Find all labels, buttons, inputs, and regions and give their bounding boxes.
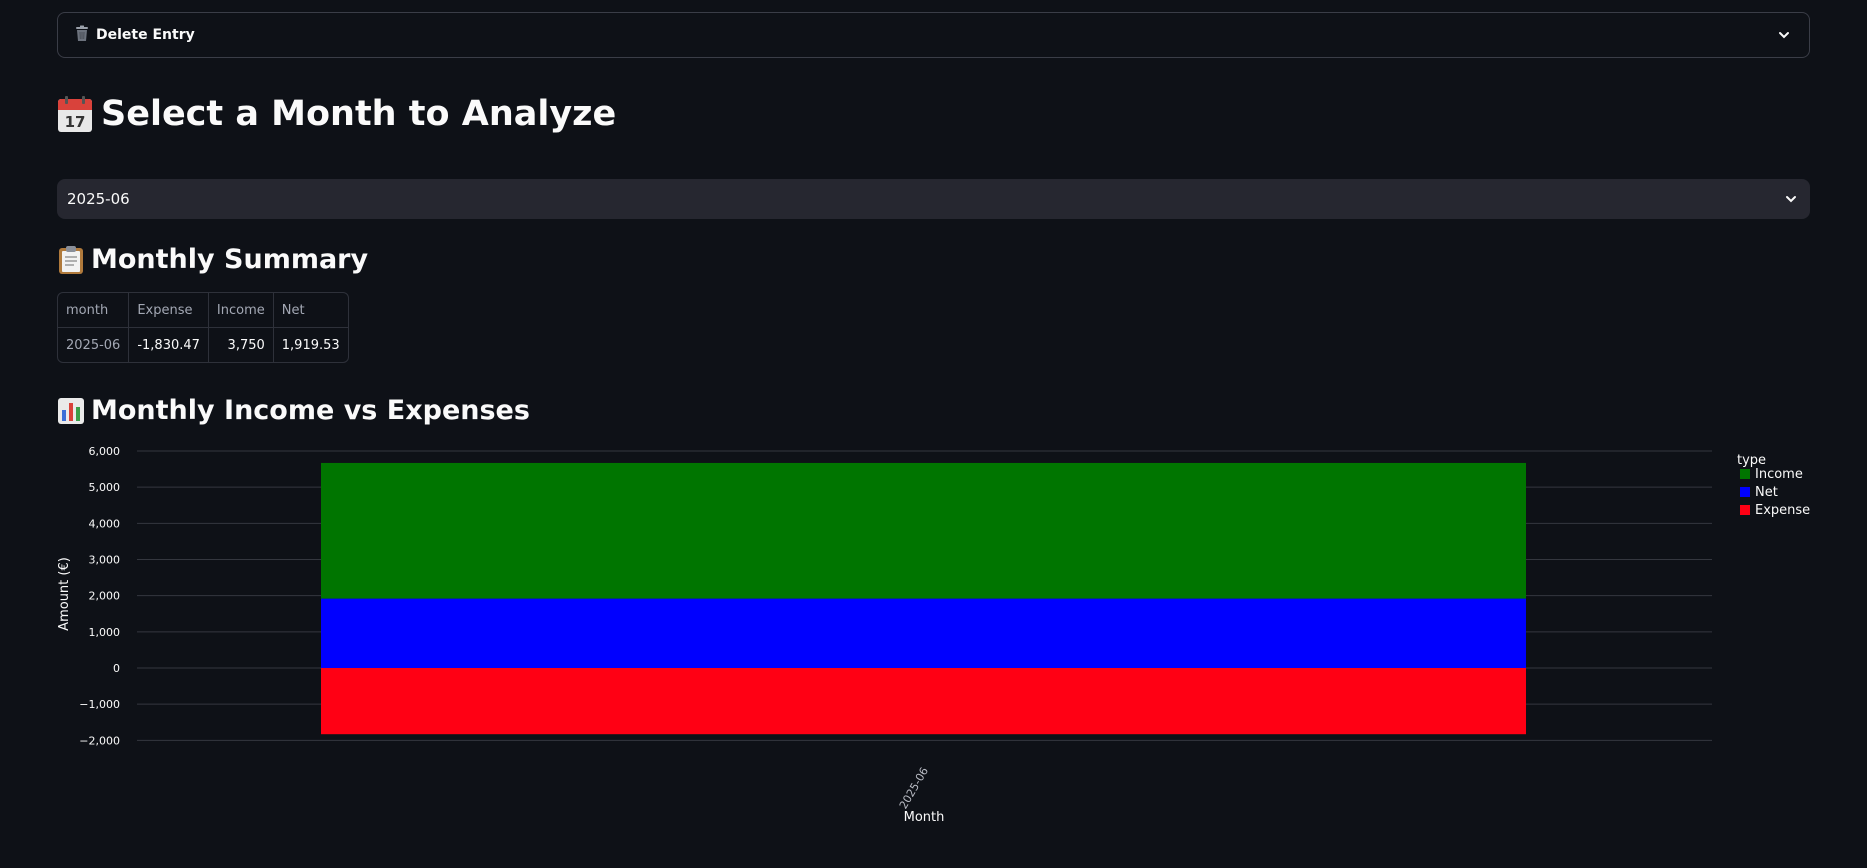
bar-net[interactable] (321, 598, 1526, 668)
y-tick-label: −1,000 (79, 698, 120, 711)
x-tick-label: 2025-06 (897, 765, 931, 811)
y-tick-label: 2,000 (89, 590, 121, 603)
legend-swatch (1740, 505, 1750, 515)
y-tick-label: 6,000 (89, 445, 121, 458)
legend-item[interactable]: Expense (1755, 503, 1810, 518)
y-tick-label: 1,000 (89, 626, 121, 639)
bar-expense[interactable] (321, 668, 1526, 735)
income-expense-chart: 6,000 5,000 4,000 3,000 2,000 1,000 0 −1,000 −2,… (57, 445, 1810, 825)
y-axis-label: Amount (€) (57, 557, 72, 631)
legend-swatch (1740, 469, 1750, 479)
y-tick-label: −2,000 (79, 734, 120, 747)
chart-legend: type Income Net Expense (1737, 453, 1810, 518)
y-tick-label: 0 (113, 662, 120, 675)
legend-swatch (1740, 487, 1750, 497)
y-tick-label: 4,000 (89, 517, 121, 530)
bar-income[interactable] (321, 462, 1526, 599)
x-axis-label: Month (904, 810, 945, 825)
legend-item[interactable]: Income (1755, 467, 1803, 482)
y-tick-label: 3,000 (89, 554, 121, 567)
y-tick-label: 5,000 (89, 481, 121, 494)
legend-item[interactable]: Net (1755, 485, 1778, 500)
legend-title: type (1737, 453, 1766, 468)
